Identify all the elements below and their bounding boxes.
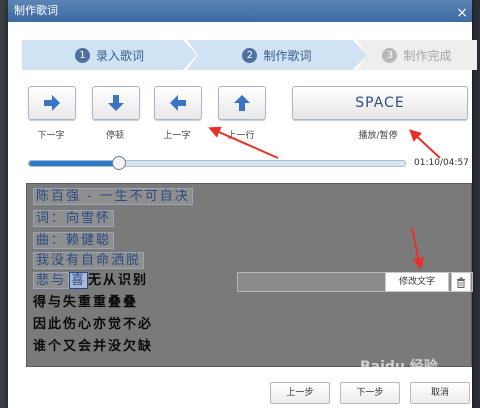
- title-bar: 制作歌词 ×: [8, 0, 472, 22]
- current-char: 喜: [69, 272, 89, 289]
- lyric-line-done[interactable]: 曲：赖健聪: [33, 232, 115, 250]
- lyrics-panel: 陈百强 - 一生不可自决 词：向雪怀 曲：赖健聪 我没有自命洒脱 悲与喜无从识别…: [26, 183, 473, 367]
- close-icon[interactable]: ×: [456, 2, 468, 24]
- next-char-label: 下一字: [37, 131, 65, 141]
- step-label: 制作完成: [403, 48, 452, 63]
- lyric-line-done[interactable]: 我没有自命洒脱: [33, 252, 145, 270]
- step-enter-lyrics: 1 录入歌词: [22, 40, 197, 70]
- lyrics-maker-window: 制作歌词 × 1 录入歌词 2 制作歌词 3 制作完成 下一字 停顿 上一字 上…: [8, 0, 477, 408]
- step-label: 制作歌词: [263, 48, 312, 63]
- arrow-down-icon: [108, 95, 124, 111]
- step-complete: 3 制作完成: [357, 40, 477, 70]
- pause-button[interactable]: [92, 86, 140, 120]
- step-indicator: 1 录入歌词 2 制作歌词 3 制作完成: [22, 40, 477, 70]
- progress-slider[interactable]: [28, 156, 406, 170]
- cancel-button[interactable]: 取消: [410, 382, 470, 404]
- lyric-line-todo[interactable]: 谁个又会并没欠缺: [33, 338, 153, 356]
- window-title: 制作歌词: [14, 4, 58, 17]
- lyric-line-done[interactable]: 词：向雪怀: [33, 210, 115, 228]
- prev-char-label: 上一字: [163, 131, 191, 141]
- lyric-line-current[interactable]: 悲与喜无从识别: [33, 272, 148, 290]
- edit-text-button[interactable]: 修改文字: [385, 272, 449, 292]
- space-button[interactable]: SPACE: [292, 86, 468, 120]
- trash-icon: [457, 277, 465, 288]
- progress-fill: [29, 161, 118, 166]
- arrow-left-icon: [170, 95, 186, 111]
- pause-label: 停顿: [105, 131, 124, 141]
- step-make-lyrics: 2 制作歌词: [187, 40, 367, 70]
- step-number: 2: [242, 47, 258, 63]
- progress-thumb[interactable]: [111, 156, 126, 170]
- previous-step-button[interactable]: 上一步: [270, 382, 330, 404]
- prev-line-button[interactable]: [218, 86, 266, 120]
- next-step-button[interactable]: 下一步: [340, 382, 400, 404]
- lyric-line-done[interactable]: 陈百强 - 一生不可自决: [33, 188, 193, 206]
- arrow-right-icon: [44, 95, 60, 111]
- lyric-line-todo[interactable]: 得与失重重叠叠: [33, 294, 138, 312]
- step-number: 1: [74, 47, 90, 63]
- lyric-line-todo[interactable]: 因此伤心亦觉不必: [33, 316, 153, 334]
- step-number: 3: [382, 47, 398, 63]
- prev-char-button[interactable]: [154, 86, 202, 120]
- prev-line-label: 上一行: [227, 131, 255, 141]
- next-char-button[interactable]: [28, 86, 76, 120]
- arrow-up-icon: [234, 95, 250, 111]
- time-readout: 01:10/04:57: [414, 158, 469, 168]
- step-label: 录入歌词: [95, 48, 144, 63]
- watermark: Baidu 经验: [360, 359, 438, 375]
- delete-line-button[interactable]: [451, 272, 471, 292]
- play-pause-label: 播放/暂停: [358, 131, 398, 141]
